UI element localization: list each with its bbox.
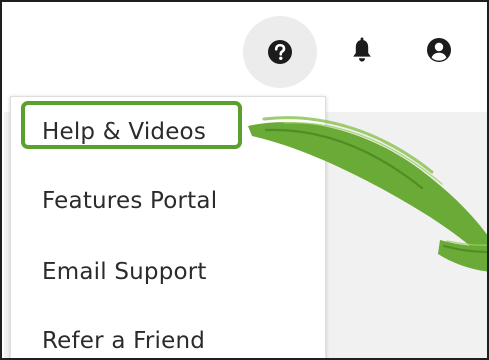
help-dropdown-menu: Help & Videos Features Portal Email Supp… bbox=[10, 96, 326, 358]
screenshot-frame: Help & Videos Features Portal Email Supp… bbox=[0, 0, 489, 360]
menu-item-label: Help & Videos bbox=[42, 119, 207, 145]
notifications-button[interactable] bbox=[342, 30, 382, 70]
question-circle-icon bbox=[268, 40, 292, 64]
menu-item-email-support[interactable]: Email Support bbox=[11, 242, 325, 302]
menu-item-label: Refer a Friend bbox=[42, 328, 206, 354]
help-button[interactable] bbox=[243, 16, 317, 88]
menu-item-help-videos[interactable]: Help & Videos bbox=[11, 102, 325, 162]
bell-icon bbox=[353, 37, 371, 62]
menu-item-features-portal[interactable]: Features Portal bbox=[11, 171, 325, 231]
menu-item-refer-a-friend[interactable]: Refer a Friend bbox=[11, 311, 325, 358]
menu-item-label: Features Portal bbox=[42, 188, 218, 214]
account-button[interactable] bbox=[419, 30, 459, 70]
user-circle-icon bbox=[427, 38, 451, 62]
menu-item-label: Email Support bbox=[42, 259, 207, 285]
